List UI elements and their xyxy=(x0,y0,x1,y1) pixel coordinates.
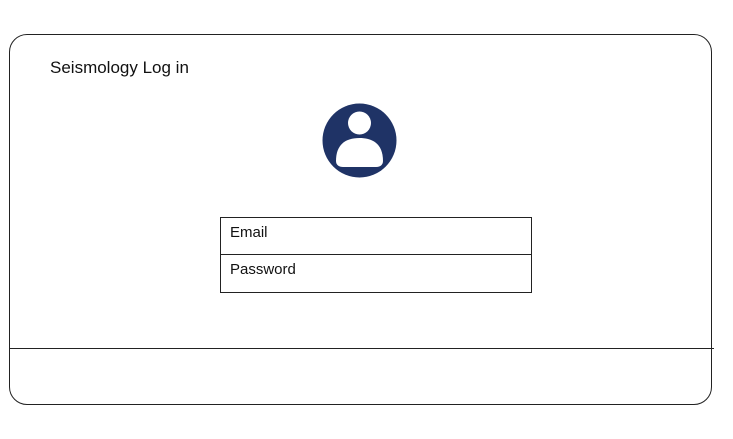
password-field[interactable]: Password xyxy=(220,254,532,293)
page-title: Seismology Log in xyxy=(50,58,189,77)
login-form: Email Password xyxy=(220,217,532,293)
footer-divider xyxy=(9,348,714,349)
login-window: Seismology Log in Email Password xyxy=(9,34,714,405)
user-avatar-icon xyxy=(322,103,397,178)
email-field[interactable]: Email xyxy=(220,217,532,255)
